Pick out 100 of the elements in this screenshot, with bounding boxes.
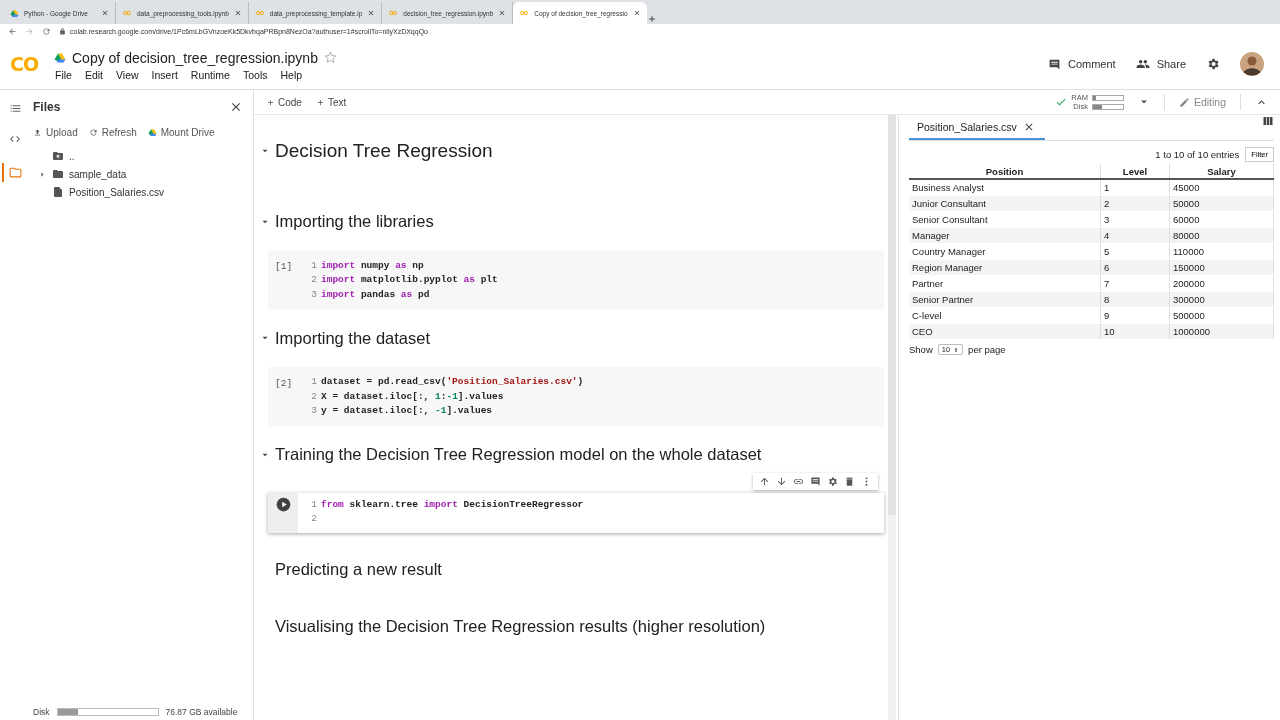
menu-item[interactable]: Edit <box>84 68 103 81</box>
file-tab[interactable]: Position_Salaries.csv <box>909 115 1045 140</box>
run-icon[interactable] <box>275 497 291 512</box>
table-cell: 5 <box>1100 243 1170 260</box>
settings-icon[interactable] <box>1206 57 1220 71</box>
disk-reading: 76.87 GB available <box>165 707 238 717</box>
arrow-up-icon[interactable] <box>759 476 770 487</box>
line-number: 1 <box>310 498 317 510</box>
star-icon[interactable] <box>323 51 337 64</box>
section-heading: Importing the dataset <box>275 328 430 348</box>
file-name[interactable]: Position_Salaries.csv <box>69 186 165 198</box>
table-cell: C-level <box>909 307 1101 324</box>
table-cell: Partner <box>909 275 1101 292</box>
execution-count: [1] <box>274 260 294 274</box>
section-heading: Predicting a new result <box>275 560 442 579</box>
drive-icon <box>147 128 157 137</box>
menu-item[interactable]: Runtime <box>190 68 230 81</box>
link-icon[interactable] <box>793 476 804 487</box>
back-icon[interactable] <box>8 27 17 36</box>
close-icon[interactable] <box>233 9 242 17</box>
table-cell: 9 <box>1100 307 1170 324</box>
code-line: from sklearn.tree import DecisionTreeRegressor <box>321 498 584 510</box>
table-cell: 1 <box>1100 179 1170 196</box>
close-icon[interactable] <box>367 9 376 17</box>
folder-icon[interactable] <box>8 166 22 179</box>
line-number: 3 <box>310 405 317 417</box>
delete-icon[interactable] <box>844 476 855 487</box>
upload-icon <box>33 128 42 137</box>
line-number: 1 <box>310 376 317 388</box>
add-cell-button[interactable]: Text <box>315 96 347 108</box>
menu-item[interactable]: File <box>55 68 72 81</box>
scrollbar-thumb[interactable] <box>888 115 896 515</box>
table-cell: 200000 <box>1169 275 1274 292</box>
table-cell: 7 <box>1100 275 1170 292</box>
table-cell: Senior Consultant <box>909 211 1101 228</box>
file-action-button[interactable]: Mount Drive <box>147 127 215 138</box>
notebook-title[interactable]: Copy of decision_tree_regression.ipynb <box>72 49 318 66</box>
comment-button[interactable]: Comment <box>1047 57 1116 71</box>
add-cell-button[interactable]: Code <box>266 96 302 108</box>
file-action-button[interactable]: Upload <box>33 127 78 138</box>
code-line: X = dataset.iloc[:, 1:-1].values <box>321 390 504 402</box>
comment-icon <box>1047 57 1061 71</box>
reload-icon[interactable] <box>42 27 51 36</box>
table-cell: 60000 <box>1169 211 1274 228</box>
share-button[interactable]: Share <box>1135 57 1186 71</box>
line-number: 2 <box>310 390 317 402</box>
close-icon[interactable] <box>101 9 109 17</box>
folder-up-icon <box>52 150 64 162</box>
code-cell[interactable]: [1] 1 import numpy as np 2 import matplotlib.pyplot as plt 3 import pandas as pd <box>268 250 884 310</box>
colab-icon <box>122 9 132 17</box>
menu-item[interactable]: Tools <box>242 68 268 81</box>
show-label: Show <box>909 344 933 355</box>
section-heading: Training the Decision Tree Regression model on the whole dataset <box>275 445 762 464</box>
folder-icon <box>52 168 64 180</box>
column-header[interactable]: Position <box>909 164 1101 179</box>
menu-icon[interactable] <box>8 102 22 115</box>
table-cell: 110000 <box>1169 243 1274 260</box>
expand-icon[interactable] <box>38 169 47 179</box>
avatar-icon[interactable] <box>1240 52 1264 76</box>
close-icon[interactable] <box>229 100 243 114</box>
table-cell: Country Manager <box>909 243 1101 260</box>
drive-icon <box>10 8 19 18</box>
code-cell[interactable]: [2] 1 dataset = pd.read_csv('Position_Salaries.csv') 2 X = dataset.iloc[:, 1:-1].values 3 y = dataset.iloc[:, -1].values <box>268 366 884 426</box>
editing-mode-button[interactable]: Editing <box>1178 96 1226 108</box>
column-header[interactable]: Level <box>1100 164 1170 179</box>
menu-item[interactable]: View <box>116 68 139 81</box>
entries-count: 1 to 10 of 10 entries <box>1155 149 1240 160</box>
per-page-label: per page <box>968 344 1006 355</box>
code-icon[interactable] <box>9 133 21 145</box>
code-line: import matplotlib.pyplot as plt <box>321 274 498 286</box>
people-icon <box>1135 57 1150 71</box>
section-heading: Decision Tree Regression <box>275 140 493 162</box>
close-icon[interactable] <box>498 9 507 17</box>
code-line: import pandas as pd <box>321 288 430 300</box>
line-number: 1 <box>310 259 317 271</box>
columns-icon[interactable] <box>1262 115 1274 127</box>
menu-item[interactable]: Help <box>280 68 303 81</box>
panel-title: Files <box>33 100 61 114</box>
code-line: import numpy as np <box>321 259 424 271</box>
menu-item[interactable]: Insert <box>151 68 178 81</box>
comment-icon[interactable] <box>810 476 821 487</box>
file-name[interactable]: .. <box>69 150 75 162</box>
table-cell: 500000 <box>1169 307 1274 324</box>
section-heading: Visualising the Decision Tree Regression results (higher resolution) <box>275 617 766 636</box>
updown-icon <box>953 345 960 354</box>
close-icon[interactable] <box>632 9 641 17</box>
file-action-button[interactable]: Refresh <box>88 127 137 138</box>
arrow-down-icon[interactable] <box>776 476 787 487</box>
refresh-icon <box>88 128 98 137</box>
file-icon <box>52 186 64 198</box>
colab-icon <box>519 9 530 17</box>
colab-icon <box>254 9 265 17</box>
drive-icon <box>54 51 66 64</box>
settings-icon[interactable] <box>827 476 838 487</box>
pencil-icon <box>1178 96 1190 108</box>
execution-count: [2] <box>274 376 294 391</box>
file-name[interactable]: sample_data <box>69 168 127 180</box>
column-header[interactable]: Salary <box>1169 164 1274 179</box>
section-heading: Importing the libraries <box>275 212 434 231</box>
colab-logo: CO <box>10 53 40 75</box>
